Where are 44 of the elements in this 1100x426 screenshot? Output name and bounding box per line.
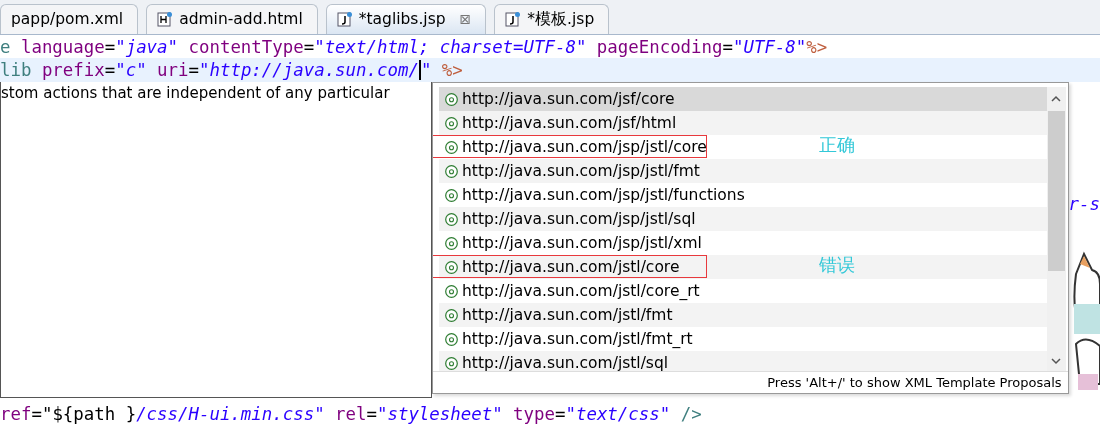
proposal-text: http://java.sun.com/jsp/jstl/fmt xyxy=(462,162,700,181)
annotation-note: 正确 xyxy=(819,133,855,158)
annotation-icon xyxy=(445,212,458,226)
proposal-text: http://java.sun.com/jsf/core xyxy=(462,90,675,109)
proposal-text: http://java.sun.com/jsf/html xyxy=(462,114,677,133)
proposal-text: http://java.sun.com/jstl/fmt_rt xyxy=(462,330,693,349)
editor-tab[interactable]: admin-add.html xyxy=(146,3,318,34)
proposal-item[interactable]: http://java.sun.com/jstl/sql xyxy=(439,351,1047,372)
proposal-text: http://java.sun.com/jstl/core xyxy=(462,258,680,277)
proposal-text: http://java.sun.com/jsp/jstl/xml xyxy=(462,234,702,253)
proposal-item[interactable]: http://java.sun.com/jstl/fmt xyxy=(439,303,1047,328)
hover-documentation: stom actions that are independent of any particular xyxy=(0,82,432,399)
status-hint: Press 'Alt+/' to show XML Template Proposals xyxy=(767,375,1062,391)
proposal-item[interactable]: http://java.sun.com/jsp/jstl/fmt xyxy=(439,159,1047,184)
jsp-file-icon xyxy=(336,11,353,28)
proposal-text: http://java.sun.com/jsp/jstl/core xyxy=(462,138,707,157)
annotation-icon xyxy=(445,260,458,274)
proposal-text: http://java.sun.com/jstl/core_rt xyxy=(462,282,700,301)
proposal-text: http://java.sun.com/jstl/sql xyxy=(462,354,669,372)
annotation-icon xyxy=(445,164,458,178)
annotation-icon xyxy=(445,284,458,298)
annotation-note: 错误 xyxy=(819,253,855,278)
editor-tab[interactable]: papp/pom.xml xyxy=(0,3,139,34)
annotation-icon xyxy=(445,116,458,130)
proposal-text: http://java.sun.com/jsp/jstl/sql xyxy=(462,210,696,229)
annotation-icon xyxy=(445,332,458,346)
editor-tab[interactable]: *模板.jsp xyxy=(494,3,610,34)
proposal-item[interactable]: http://java.sun.com/jsp/jstl/sql xyxy=(439,207,1047,232)
proposal-text: http://java.sun.com/jsp/jstl/functions xyxy=(462,186,745,205)
close-icon[interactable]: ⊠ xyxy=(459,11,472,28)
annotation-icon xyxy=(445,356,458,370)
proposal-item[interactable]: http://java.sun.com/jsf/core xyxy=(439,87,1047,112)
annotation-icon xyxy=(445,308,458,322)
editor-tab[interactable]: *taglibs.jsp ⊠ xyxy=(325,3,487,34)
code-fragment: r-s xyxy=(1068,194,1100,215)
annotation-icon xyxy=(445,92,458,106)
annotation-icon xyxy=(445,188,458,202)
proposal-text: http://java.sun.com/jstl/fmt xyxy=(462,306,673,325)
jsp-file-icon xyxy=(505,11,522,28)
proposal-item[interactable]: http://java.sun.com/jsf/html xyxy=(439,111,1047,136)
html-file-icon xyxy=(157,11,174,28)
annotation-icon xyxy=(445,140,458,154)
annotation-icon xyxy=(445,236,458,250)
scroll-thumb[interactable] xyxy=(1047,111,1065,272)
